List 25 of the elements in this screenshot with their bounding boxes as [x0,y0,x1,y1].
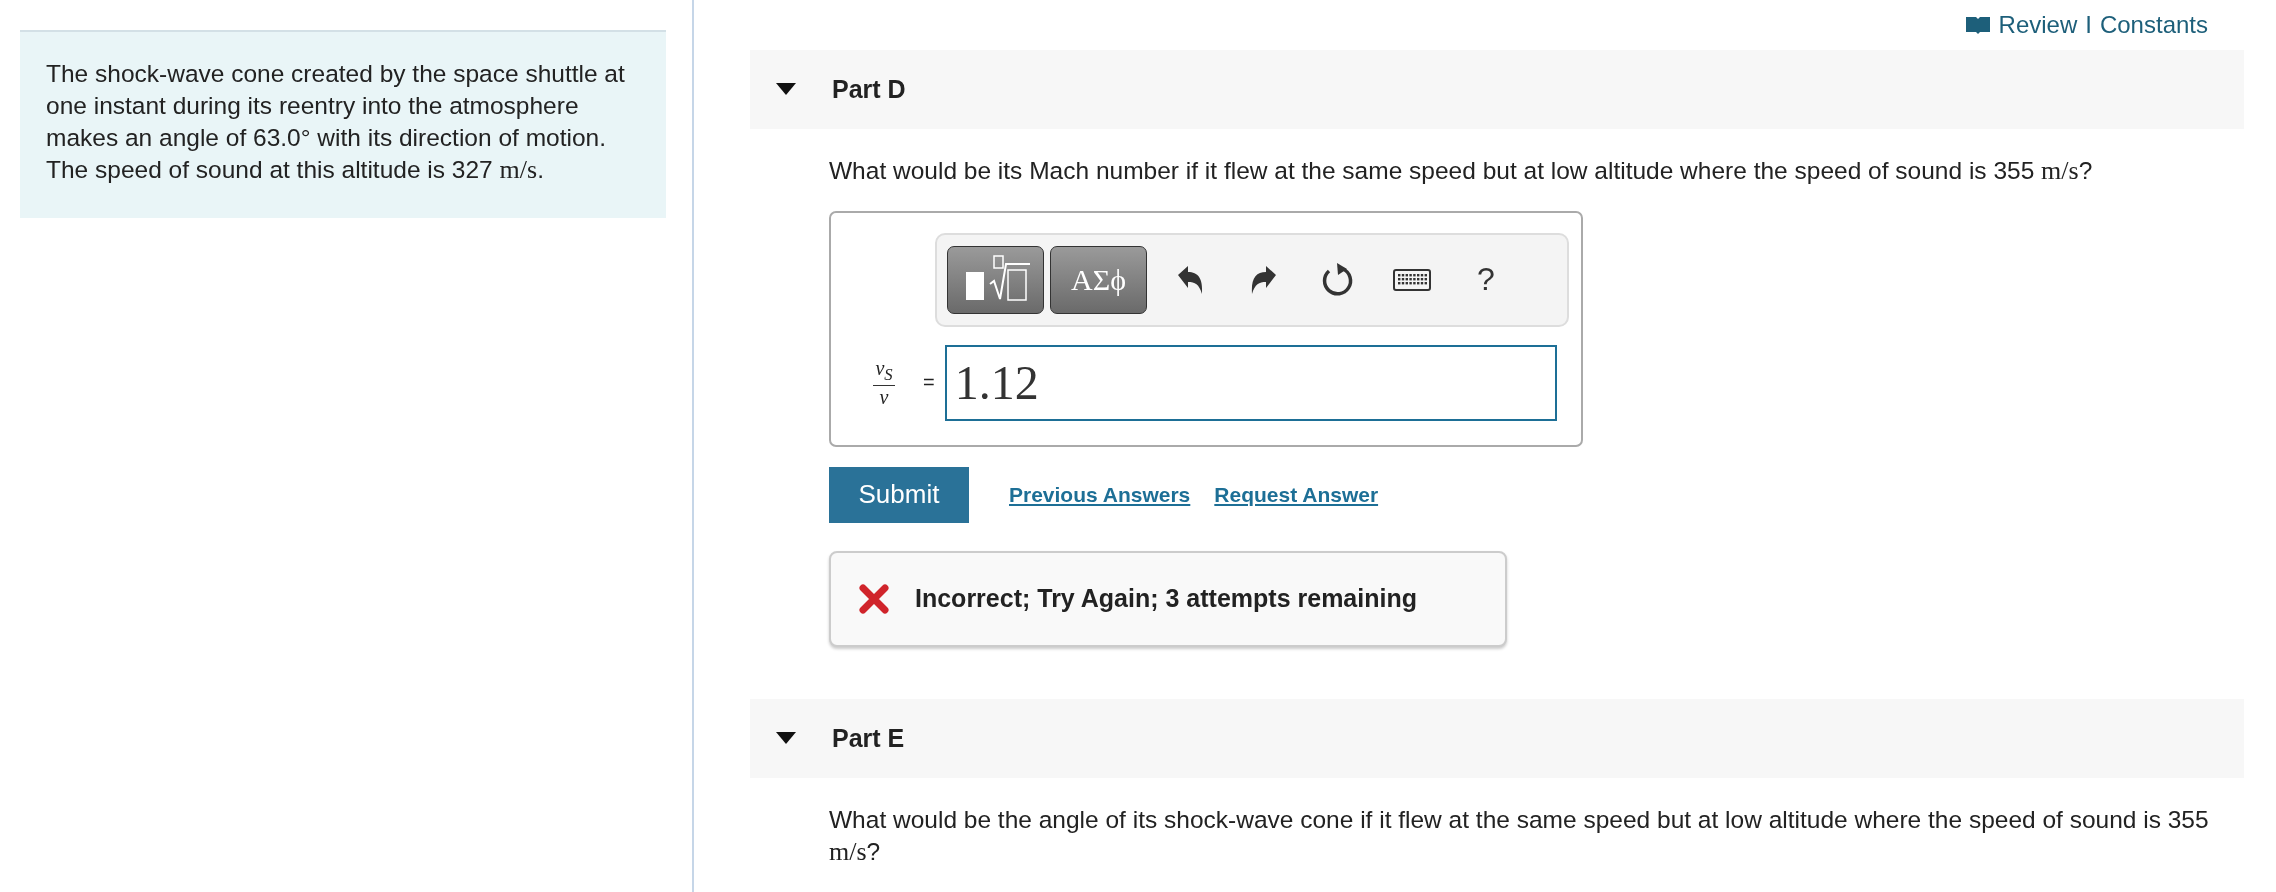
question-text: What would be the angle of its shock-wave cone if it flew at the same speed but at low altitude where the speed of sound is 355 m/s? [829,805,2210,868]
collapse-triangle-icon[interactable] [776,732,796,745]
undo-icon [1176,264,1204,295]
link-separator: I [2085,10,2092,39]
question-text: What would be its Mach number if it flew at the same speed but at low altitude where the speed of sound is 355 m/s? [829,154,2094,187]
greek-letters-button[interactable]: ΑΣϕ [1050,245,1147,314]
submit-button[interactable]: Submit [829,466,969,523]
help-button[interactable]: ? [1449,245,1523,314]
redo-icon [1250,264,1278,295]
reset-icon [1321,261,1355,298]
collapse-triangle-icon[interactable] [776,83,796,96]
feedback-text: Incorrect; Try Again; 3 attempts remaining [915,584,1417,614]
keyboard-icon [1393,268,1431,291]
book-icon [1964,15,1991,34]
variable-label: v$_{S}$ v [872,356,896,409]
answer-link[interactable]: Previous Answers [1009,482,1191,507]
problem-statement: The shock-wave cone created by the space shuttle at one instant during its reentry into the atmosphere makes an angle of 63.0° with its direction of motion. The speed of sound at this altitude is 327 m/s. [20,30,666,218]
constants-link[interactable]: Constants [2099,10,2208,39]
equals-sign: = [923,371,935,395]
answer-link[interactable]: Request Answer [1214,482,1379,507]
part-title: Part D [832,74,906,104]
templates-button[interactable] [947,245,1044,314]
part-title: Part E [832,723,905,753]
review-link[interactable]: Review [1998,10,2078,39]
answer-field[interactable]: 1.12 [944,344,1557,421]
